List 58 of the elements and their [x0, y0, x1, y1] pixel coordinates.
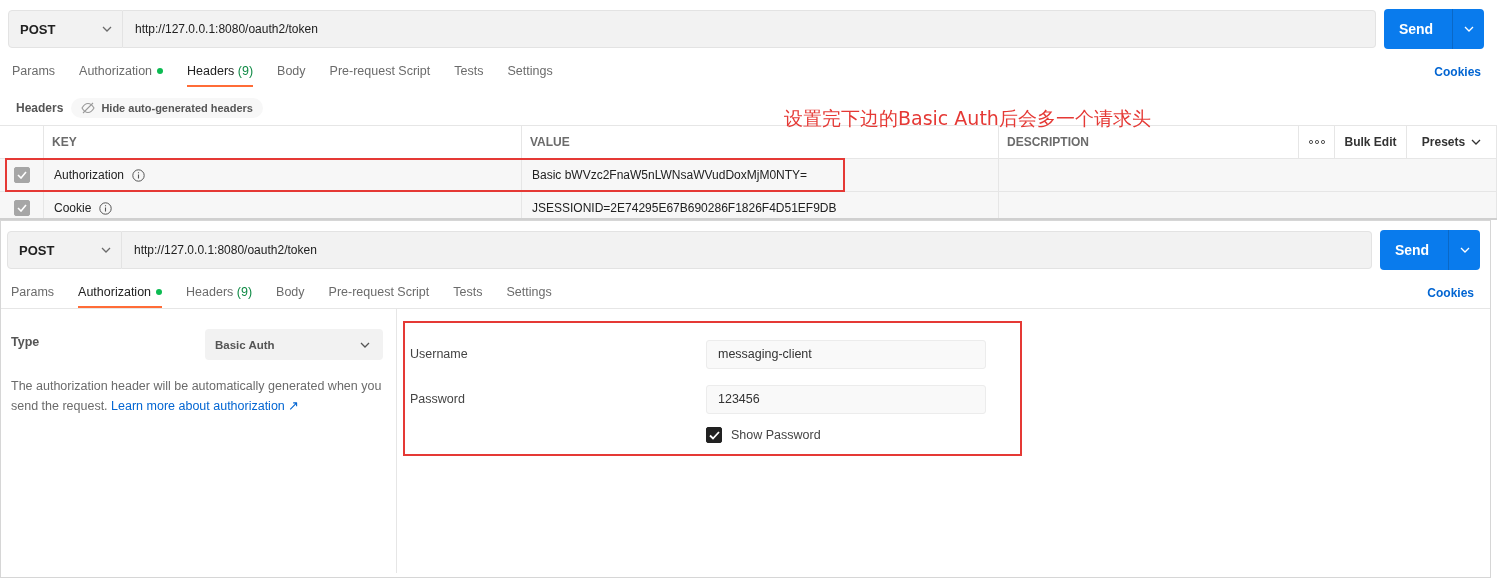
- method-select[interactable]: POST: [8, 10, 123, 48]
- info-icon: [132, 168, 146, 182]
- send-options-button[interactable]: [1452, 9, 1484, 49]
- request-tab[interactable]: Settings: [507, 64, 553, 87]
- chevron-down-icon: [1463, 26, 1474, 32]
- headers-label: Headers: [16, 101, 64, 115]
- input-field[interactable]: messaging-client: [706, 339, 986, 369]
- request-tab[interactable]: Pre-request Script: [329, 64, 431, 87]
- request-tab[interactable]: Tests: [454, 64, 484, 87]
- auth-type-select[interactable]: Basic Auth: [205, 329, 383, 360]
- table-cell: JSESSIONID=2E74295E67B690286F1826F4D51EF9DB: [532, 201, 837, 215]
- request-tab[interactable]: Headers (9): [187, 64, 254, 87]
- presets-button[interactable]: Presets: [1415, 134, 1488, 150]
- request-tab[interactable]: Authorization: [79, 64, 164, 87]
- field-label: Username: [410, 347, 469, 361]
- send-button[interactable]: Send: [1380, 230, 1448, 270]
- row-checkbox[interactable]: [13, 167, 30, 183]
- input-field[interactable]: 123456: [706, 384, 986, 414]
- checkmark-icon: [708, 430, 720, 440]
- row-checkbox[interactable]: [13, 200, 30, 216]
- column-header: KEY: [44, 126, 522, 159]
- checkmark-icon: [16, 204, 27, 212]
- request-tab[interactable]: Params: [11, 285, 55, 308]
- chevron-down-icon: [101, 247, 111, 253]
- send-options-button[interactable]: [1448, 230, 1480, 270]
- request-tab[interactable]: Authorization: [78, 285, 163, 308]
- help-text: The authorization header will be automatically generated when you send the request. Learn more about authorization ↗: [11, 378, 383, 415]
- field-label: Password: [410, 392, 466, 406]
- table-cell: Authorization: [54, 168, 125, 182]
- chevron-down-icon: [1459, 247, 1470, 253]
- request-tab[interactable]: Body: [276, 285, 305, 308]
- request-tab[interactable]: Settings: [506, 285, 552, 308]
- request-tab[interactable]: Params: [12, 64, 56, 87]
- learn-more-link[interactable]: Learn more about authorization ↗: [111, 399, 300, 413]
- info-icon: [99, 201, 113, 215]
- eye-slash-icon: [81, 102, 96, 114]
- checkmark-icon: [16, 171, 27, 179]
- request-tab[interactable]: Headers (9): [186, 285, 253, 308]
- send-button[interactable]: Send: [1384, 9, 1452, 49]
- chevron-down-icon: [102, 26, 112, 32]
- more-icon[interactable]: [1308, 140, 1325, 144]
- url-field[interactable]: http://127.0.0.1:8080/oauth2/token: [123, 10, 1376, 48]
- request-tab[interactable]: Tests: [453, 285, 483, 308]
- bulk-edit-button[interactable]: Bulk Edit: [1338, 134, 1403, 150]
- chevron-down-icon: [1471, 139, 1482, 145]
- hide-auto-headers-button[interactable]: Hide auto-generated headers: [71, 98, 263, 118]
- request-tab[interactable]: Body: [277, 64, 306, 87]
- method-select[interactable]: POST: [7, 231, 122, 269]
- type-label: Type: [11, 335, 40, 349]
- table-cell: Cookie: [54, 201, 92, 215]
- chevron-down-icon: [360, 341, 370, 348]
- cookies-link[interactable]: Cookies: [1427, 286, 1474, 308]
- request-tab[interactable]: Pre-request Script: [328, 285, 430, 308]
- cookies-link[interactable]: Cookies: [1434, 65, 1481, 87]
- table-cell: Basic bWVzc2FnaW5nLWNsaWVudDoxMjM0NTY=: [532, 168, 808, 182]
- show-password-checkbox[interactable]: [706, 427, 722, 443]
- url-field[interactable]: http://127.0.0.1:8080/oauth2/token: [122, 231, 1372, 269]
- show-password-label: Show Password: [731, 428, 821, 442]
